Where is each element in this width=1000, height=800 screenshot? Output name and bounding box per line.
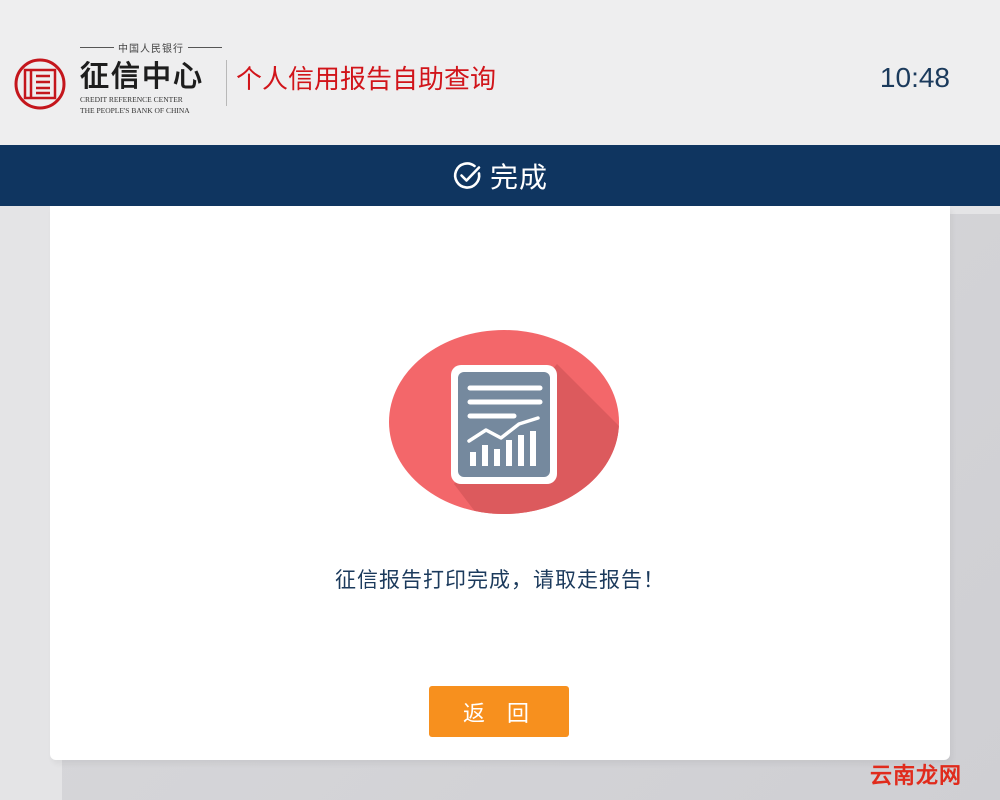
- completion-message: 征信报告打印完成，请取走报告！: [335, 568, 665, 592]
- check-circle-icon: [453, 161, 481, 189]
- credit-center-seal-icon: [14, 58, 66, 110]
- logo-org-name: 中国人民银行: [118, 44, 184, 55]
- page-title: 完成: [489, 160, 548, 194]
- title-bar: 完成: [0, 145, 1000, 206]
- app-title: 个人信用报告自助查询: [236, 65, 497, 95]
- watermark: 云南龙网: [869, 764, 962, 789]
- logo-en-line1: CREDIT REFERENCE CENTER: [80, 95, 183, 104]
- clock: 10:48: [879, 62, 950, 93]
- back-button[interactable]: 返回: [429, 686, 569, 737]
- report-chart-icon: [389, 330, 619, 514]
- logo: 中国人民银行 征信中心 CREDIT REFERENCE CENTER THE …: [80, 40, 222, 115]
- logo-org: 中国人民银行: [80, 40, 222, 55]
- content-panel: 征信报告打印完成，请取走报告！ 返回: [50, 206, 950, 760]
- header-divider: [226, 60, 227, 106]
- logo-en-line2: THE PEOPLE'S BANK OF CHINA: [80, 106, 190, 115]
- logo-name: 征信中心: [80, 59, 205, 93]
- header: 中国人民银行 征信中心 CREDIT REFERENCE CENTER THE …: [0, 0, 1000, 145]
